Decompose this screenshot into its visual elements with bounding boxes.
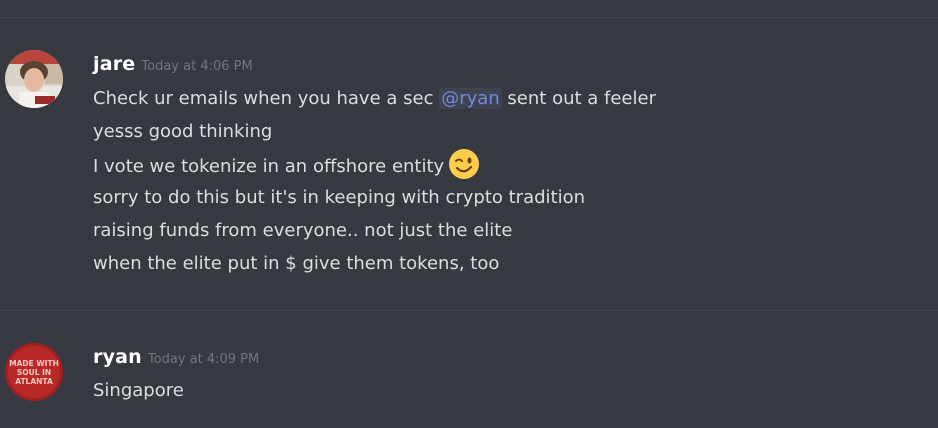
message-text-segment: I vote we tokenize in an offshore entity (93, 156, 445, 177)
user-photo-avatar (5, 50, 63, 108)
timestamp: Today at 4:09 PM (147, 352, 260, 367)
username[interactable]: jare (93, 53, 135, 75)
message-text: yesss good thinking (93, 121, 273, 142)
timestamp: Today at 4:06 PM (141, 59, 253, 74)
message-text: Check ur emails when you have a sec @rya… (93, 88, 656, 110)
avatar[interactable]: MADE WITH SOUL IN ATLANTA (5, 343, 63, 401)
message-text-segment: sent out a feeler (501, 88, 656, 109)
winking-face-emoji-icon[interactable] (448, 148, 480, 180)
message-text-segment: Check ur emails when you have a sec (93, 88, 440, 109)
message-divider (0, 310, 938, 311)
message-divider (0, 17, 938, 18)
message-text: I vote we tokenize in an offshore entity (93, 149, 480, 180)
username[interactable]: ryan (93, 346, 142, 368)
user-mention[interactable]: @ryan (439, 88, 502, 109)
avatar-text: MADE WITH (9, 359, 59, 368)
avatar-text: SOUL IN (17, 368, 51, 377)
made-with-soul-avatar: MADE WITH SOUL IN ATLANTA (5, 343, 63, 401)
avatar[interactable] (5, 50, 63, 108)
message-text: Singapore (93, 380, 184, 401)
message-text: raising funds from everyone.. not just t… (93, 220, 513, 241)
message-text: sorry to do this but it's in keeping wit… (93, 187, 586, 208)
avatar-text: ATLANTA (15, 377, 53, 386)
message-text: when the elite put in $ give them tokens… (93, 253, 500, 274)
